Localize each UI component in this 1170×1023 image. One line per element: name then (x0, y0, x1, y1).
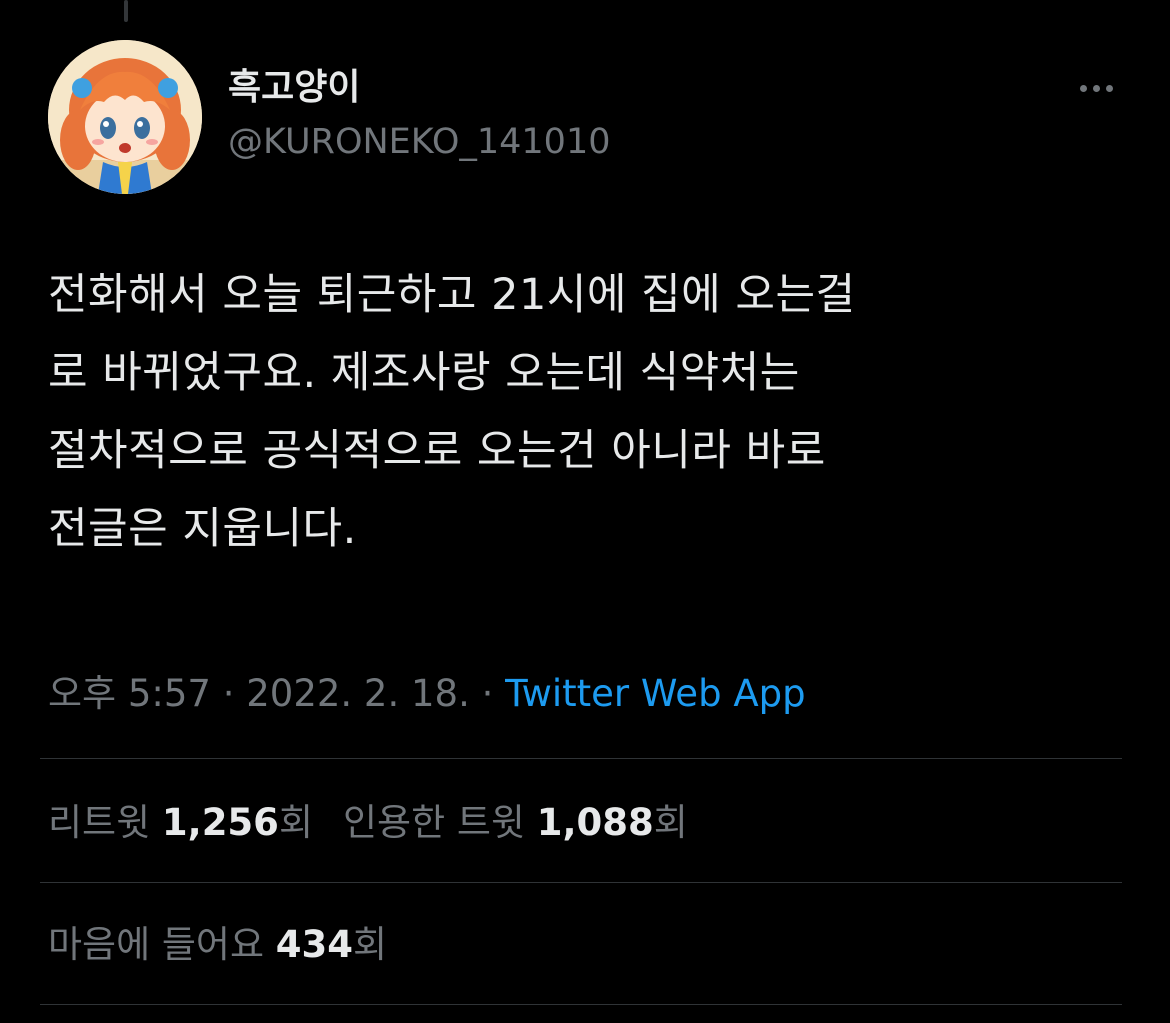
tweet-metadata: 오후 5:57 · 2022. 2. 18. · Twitter Web App (48, 666, 806, 722)
likes-unit: 회 (353, 923, 388, 966)
meta-separator: · (210, 672, 247, 715)
retweets-label: 리트윗 (48, 801, 151, 844)
author-handle[interactable]: @KURONEKO_141010 (228, 118, 611, 166)
avatar[interactable] (48, 40, 202, 194)
tweet-source-link[interactable]: Twitter Web App (505, 672, 805, 715)
likes-stat[interactable]: 마음에 들어요 434회 (48, 923, 387, 966)
tweet-text: 전화해서 오늘 퇴근하고 21시에 집에 오는걸 로 바뀌었구요. 제조사랑 오… (48, 270, 856, 554)
engagement-stats-row: 리트윗 1,256회 인용한 트윗 1,088회 (48, 795, 688, 851)
more-horizontal-icon (1092, 84, 1100, 92)
meta-separator: · (469, 672, 506, 715)
retweets-count: 1,256 (161, 801, 279, 844)
thread-connector-line (124, 0, 128, 22)
more-horizontal-icon (1105, 84, 1113, 92)
quote-tweets-label: 인용한 트윗 (342, 801, 525, 844)
anime-girl-avatar-icon (48, 40, 202, 194)
likes-label: 마음에 들어요 (48, 923, 265, 966)
divider (40, 758, 1122, 759)
likes-stats-row: 마음에 들어요 434회 (48, 917, 387, 973)
divider (40, 1004, 1122, 1005)
quote-tweets-unit: 회 (653, 801, 688, 844)
author-display-name[interactable]: 흑고양이 (228, 64, 360, 112)
tweet-time[interactable]: 오후 5:57 (48, 672, 211, 715)
quote-tweets-count: 1,088 (536, 801, 654, 844)
tweet-date[interactable]: 2022. 2. 18. (246, 672, 470, 715)
divider (40, 882, 1122, 883)
retweets-unit: 회 (278, 801, 313, 844)
more-horizontal-icon (1079, 84, 1087, 92)
quote-tweets-stat[interactable]: 인용한 트윗 1,088회 (343, 801, 688, 844)
more-options-button[interactable] (1068, 70, 1124, 106)
likes-count: 434 (275, 923, 354, 966)
retweets-stat[interactable]: 리트윗 1,256회 (48, 801, 313, 844)
